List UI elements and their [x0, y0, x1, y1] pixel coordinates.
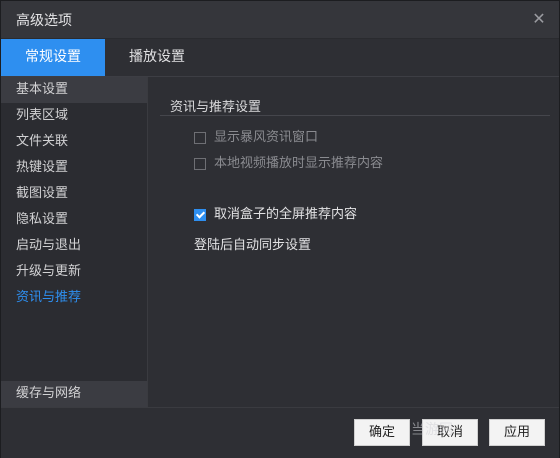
- advanced-options-window: 高级选项 ✕ 常规设置 播放设置 基本设置 列表区域 文件关联 热键设置 截图设…: [0, 0, 560, 458]
- sidebar-item-privacy[interactable]: 隐私设置: [1, 207, 147, 233]
- sidebar-item-file-association[interactable]: 文件关联: [1, 129, 147, 155]
- apply-button[interactable]: 应用: [489, 419, 545, 446]
- title-bar: 高级选项 ✕: [1, 1, 559, 39]
- footer: 确定 取消 应用: [1, 407, 559, 458]
- tab-general-settings[interactable]: 常规设置: [1, 39, 105, 76]
- option-label: 本地视频播放时显示推荐内容: [214, 156, 384, 171]
- tab-playback-settings[interactable]: 播放设置: [105, 39, 209, 76]
- sidebar-item-hotkeys[interactable]: 热键设置: [1, 155, 147, 181]
- ok-button[interactable]: 确定: [354, 419, 410, 446]
- close-icon[interactable]: ✕: [529, 9, 549, 29]
- window-title: 高级选项: [16, 13, 72, 29]
- sidebar-item-cache-network[interactable]: 缓存与网络: [1, 381, 147, 407]
- sidebar-item-startup-exit[interactable]: 启动与退出: [1, 233, 147, 259]
- checkbox-icon[interactable]: [194, 132, 206, 144]
- option-label: 显示暴风资讯窗口: [214, 130, 319, 145]
- checkbox-checked-icon[interactable]: [194, 209, 206, 221]
- checkbox-icon[interactable]: [194, 158, 206, 170]
- sidebar-item-screenshot[interactable]: 截图设置: [1, 181, 147, 207]
- tab-bar: 常规设置 播放设置: [1, 39, 559, 77]
- sidebar-item-news-recommend[interactable]: 资讯与推荐: [1, 285, 147, 311]
- sync-settings-text: 登陆后自动同步设置: [194, 238, 312, 253]
- option-label: 取消盒子的全屏推荐内容: [214, 207, 358, 222]
- cancel-button[interactable]: 取消: [422, 419, 478, 446]
- sidebar: 基本设置 列表区域 文件关联 热键设置 截图设置 隐私设置 启动与退出 升级与更…: [1, 77, 148, 407]
- sidebar-item-basic[interactable]: 基本设置: [1, 77, 147, 103]
- section-title: 资讯与推荐设置: [170, 100, 262, 115]
- sidebar-item-upgrade-update[interactable]: 升级与更新: [1, 259, 147, 285]
- sidebar-item-list-area[interactable]: 列表区域: [1, 103, 147, 129]
- settings-panel: 资讯与推荐设置 显示暴风资讯窗口 本地视频播放时显示推荐内容 取消盒子的全屏推荐…: [148, 77, 559, 407]
- section-divider: [160, 115, 550, 116]
